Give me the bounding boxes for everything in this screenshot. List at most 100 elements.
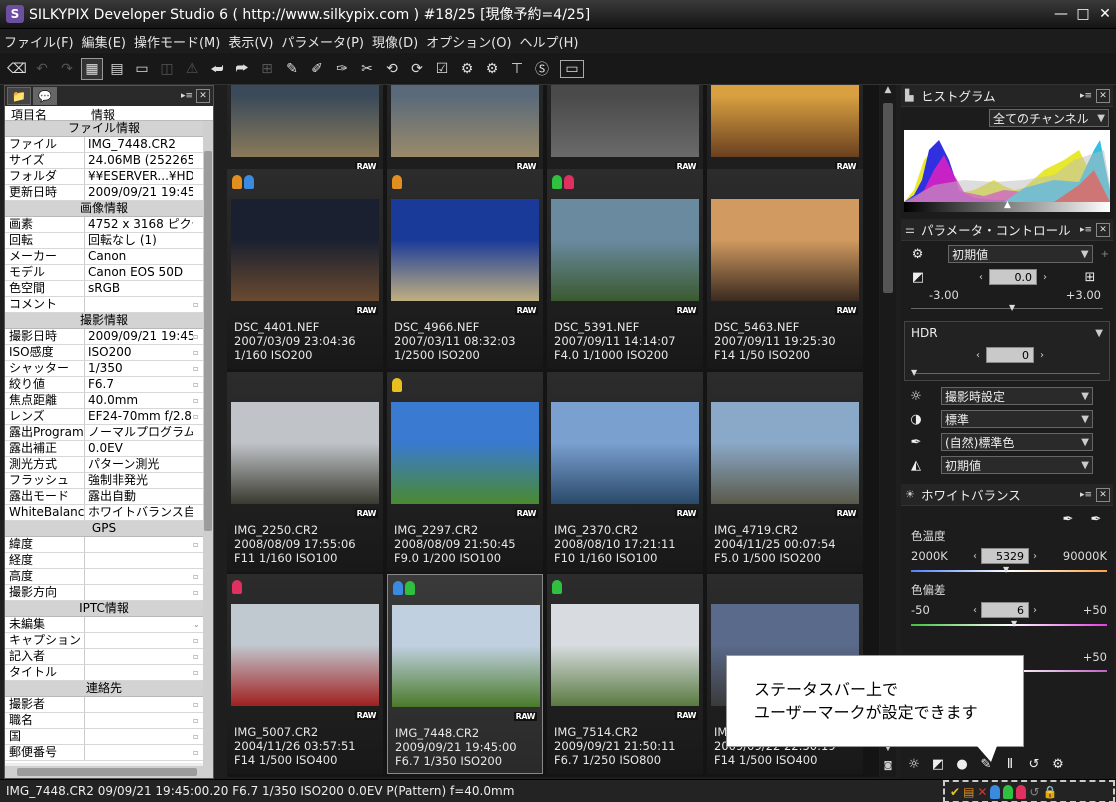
edit-icon[interactable]: ▫ (193, 537, 203, 552)
thumbnail-cell[interactable]: RAW DSC_4401.NEF 2007/03/09 23:04:36 1/160 … (227, 169, 383, 369)
settings-icon[interactable]: ⚙ (1049, 755, 1067, 773)
slider-thumb-icon[interactable]: ▼ (1011, 619, 1017, 628)
info-row[interactable]: 緯度 ▫ (5, 537, 203, 553)
tone2-select[interactable]: 標準 ▼ (941, 410, 1093, 428)
thumbnail-cell[interactable]: RAW DSC_4966.NEF 2007/03/11 08:32:03 1/2500… (387, 169, 543, 369)
info-section-header[interactable]: 撮影情報 (5, 313, 203, 329)
settings-icon[interactable]: ⚙ (456, 58, 478, 80)
info-row[interactable]: 未編集 ⌄ (5, 617, 203, 633)
temp-input[interactable]: 5329 (981, 548, 1029, 564)
fit-icon[interactable]: ◙ (880, 761, 896, 775)
exposure-input[interactable]: 0.0 (989, 269, 1037, 285)
info-row[interactable]: 露出補正 0.0EV (5, 441, 203, 457)
user-mark-icon[interactable] (552, 175, 562, 189)
thumbnail-image[interactable] (711, 199, 859, 301)
edit-icon[interactable]: ▫ (193, 377, 203, 392)
prev-icon[interactable]: ⮨ (206, 58, 228, 80)
info-row[interactable]: フォルダ ¥¥ESERVER...¥HDR (5, 169, 203, 185)
settings2-icon[interactable]: ⚙ (481, 58, 503, 80)
slider-thumb-icon[interactable]: ▼ (1009, 303, 1015, 312)
silkypix-icon[interactable]: Ⓢ (531, 58, 553, 80)
green-mark-icon[interactable] (1003, 784, 1014, 799)
monitor-icon[interactable]: ▭ (560, 59, 584, 78)
info-section-header[interactable]: 連絡先 (5, 681, 203, 697)
edit-icon[interactable] (193, 425, 203, 440)
edit-icon[interactable]: ▫ (193, 361, 203, 376)
increase-icon[interactable]: › (1033, 605, 1037, 616)
info-row[interactable]: 焦点距離 40.0mm ▫ (5, 393, 203, 409)
thumbnail-image[interactable] (711, 85, 859, 157)
user-mark-icon[interactable] (392, 378, 402, 392)
thumbnail-image[interactable] (231, 604, 379, 706)
crop-icon[interactable]: ✂ (356, 58, 378, 80)
edit-icon[interactable] (193, 265, 203, 280)
slider-thumb-icon[interactable]: ▼ (911, 368, 917, 377)
edit-icon[interactable]: ▫ (193, 697, 203, 712)
edit-icon[interactable]: ▫ (193, 585, 203, 600)
edit-icon[interactable]: ⌄ (193, 617, 203, 632)
panel-close-icon[interactable]: ✕ (196, 89, 210, 103)
panel-close-icon[interactable]: ✕ (1096, 222, 1110, 237)
info-hscrollbar[interactable] (5, 766, 213, 778)
thumbnail-image[interactable] (551, 85, 699, 157)
edit-icon[interactable] (193, 169, 203, 184)
menu-develop[interactable]: 現像(D) (372, 32, 418, 51)
redo-icon[interactable]: ↷ (56, 58, 78, 80)
info-row[interactable]: モデル Canon EOS 50D (5, 265, 203, 281)
rotate-icon[interactable]: ↺ (1025, 755, 1043, 773)
thumbnail-cell[interactable]: RAW IMG_7448.CR2 2009/09/21 19:45:00 F6.7 1… (387, 574, 543, 774)
thumbnail-cell[interactable]: RAW IMG_2370.CR2 2008/08/10 17:21:11 F10 1/… (547, 372, 703, 572)
red-mark-icon[interactable] (1016, 784, 1027, 799)
tint-input[interactable]: 6 (981, 602, 1029, 618)
histogram-marker-icon[interactable]: ▲ (1004, 200, 1011, 210)
edit-icon[interactable]: ▫ (193, 713, 203, 728)
user-mark-icon[interactable] (244, 175, 254, 189)
edit-icon[interactable]: ▫ (193, 665, 203, 680)
scroll-up-icon[interactable]: ▲ (880, 85, 896, 99)
wb-picker2-icon[interactable]: ✒ (1087, 510, 1105, 528)
undo-icon[interactable]: ↶ (31, 58, 53, 80)
warning-icon[interactable]: ⚠ (181, 58, 203, 80)
develop-icon[interactable]: ✎ (281, 58, 303, 80)
thumbnail-image[interactable] (231, 402, 379, 504)
temp-slider[interactable]: ▼ (911, 565, 1107, 574)
info-scrollbar[interactable] (203, 121, 213, 771)
add-icon[interactable]: + (1101, 249, 1109, 260)
tone4-select[interactable]: 初期値 ▼ (941, 456, 1093, 474)
hdr-slider[interactable]: ▼ (911, 368, 1100, 377)
tint-slider[interactable]: ▼ (911, 619, 1107, 628)
thumbnail-image[interactable] (551, 199, 699, 301)
info-row[interactable]: タイトル ▫ (5, 665, 203, 681)
develop-batch-icon[interactable]: ✐ (306, 58, 328, 80)
folder-tab-icon[interactable]: 📁 (7, 87, 31, 105)
edit-icon[interactable]: ▫ (193, 393, 203, 408)
panel-menu-icon[interactable]: ▸≡ (1079, 488, 1093, 502)
grid-icon[interactable]: ⊞ (256, 58, 278, 80)
info-section-header[interactable]: IPTC情報 (5, 601, 203, 617)
info-row[interactable]: コメント ▫ (5, 297, 203, 313)
info-row[interactable]: 撮影方向 ▫ (5, 585, 203, 601)
thumbnail-image[interactable] (551, 604, 699, 706)
thumbnail-image[interactable] (551, 402, 699, 504)
lock-icon[interactable]: 🔒 (1043, 785, 1058, 799)
wb-picker-icon[interactable]: ✒ (1059, 510, 1077, 528)
check-mark-icon[interactable]: ✔ (950, 785, 960, 799)
menu-file[interactable]: ファイル(F) (4, 32, 74, 51)
compare-view-icon[interactable]: ◫ (156, 58, 178, 80)
edit-icon[interactable]: ▫ (193, 297, 203, 312)
info-section-header[interactable]: 画像情報 (5, 201, 203, 217)
increase-icon[interactable]: › (1040, 350, 1044, 361)
user-mark-icon[interactable] (564, 175, 574, 189)
panel-menu-icon[interactable]: ▸≡ (1079, 223, 1093, 237)
tone1-select[interactable]: 撮影時設定 ▼ (941, 387, 1093, 405)
info-row[interactable]: 高度 ▫ (5, 569, 203, 585)
single-view-icon[interactable]: ▭ (131, 58, 153, 80)
hdr-input[interactable]: 0 (986, 347, 1034, 363)
info-row[interactable]: キャプション ▫ (5, 633, 203, 649)
info-row[interactable]: 露出モード 露出自動 (5, 489, 203, 505)
increase-icon[interactable]: › (1043, 272, 1047, 283)
user-mark-icon[interactable] (405, 581, 415, 595)
edit-icon[interactable] (193, 457, 203, 472)
edit-icon[interactable] (193, 217, 203, 232)
info-row[interactable]: フラッシュ 強制非発光 (5, 473, 203, 489)
